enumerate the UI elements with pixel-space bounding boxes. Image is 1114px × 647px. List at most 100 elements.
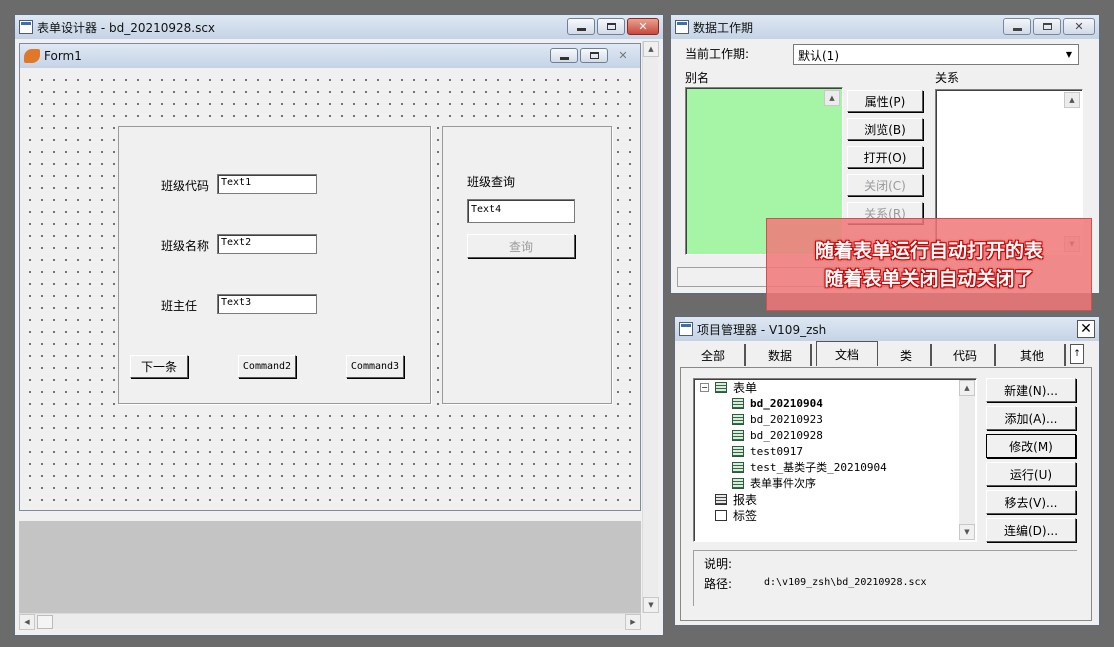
tree-item-label: bd_20210928 xyxy=(750,428,823,442)
tab-documents[interactable]: 文档 xyxy=(816,341,878,366)
properties-button[interactable]: 属性(P) xyxy=(847,90,923,112)
tree-node-forms[interactable]: − 表单 xyxy=(700,379,757,395)
modify-button[interactable]: 修改(M) xyxy=(986,434,1076,458)
tab-other[interactable]: 其他 xyxy=(1000,344,1066,366)
tree-item-label: 表单事件次序 xyxy=(750,477,816,490)
add-button[interactable]: 添加(A)... xyxy=(986,406,1076,430)
textbox-text1[interactable]: Text1 xyxy=(217,174,317,194)
form1-close-icon[interactable]: ✕ xyxy=(610,48,636,63)
ds-close-icon[interactable]: ✕ xyxy=(1063,18,1095,35)
tab-classes[interactable]: 类 xyxy=(882,344,932,366)
chevron-down-icon[interactable]: ▼ xyxy=(1062,47,1076,62)
browse-button[interactable]: 浏览(B) xyxy=(847,118,923,140)
data-session-icon xyxy=(675,20,689,34)
tab-all[interactable]: 全部 xyxy=(682,344,746,366)
tree-item[interactable]: test0917 xyxy=(732,443,803,459)
textbox-text2[interactable]: Text2 xyxy=(217,234,317,254)
form1-titlebar[interactable]: Form1 ✕ xyxy=(20,44,640,68)
close-table-button[interactable]: 关闭(C) xyxy=(847,174,923,196)
form-icon xyxy=(732,461,744,473)
scroll-up-icon[interactable]: ▲ xyxy=(643,41,659,57)
path-value: d:\v109_zsh\bd_20210928.scx xyxy=(764,577,927,588)
data-session-title: 数据工作期 xyxy=(693,20,754,35)
container-left[interactable]: 班级代码 Text1 班级名称 Text2 班主任 Text3 下一条 Comm… xyxy=(118,126,431,404)
tree-item-label: test0917 xyxy=(750,444,803,458)
next-record-button[interactable]: 下一条 xyxy=(130,355,188,378)
ds-minimize-icon[interactable] xyxy=(1003,18,1031,35)
label-icon xyxy=(715,509,727,521)
remove-button[interactable]: 移去(V)... xyxy=(986,490,1076,514)
label-class-code: 班级代码 xyxy=(161,179,210,193)
tree-node-labels-label: 标签 xyxy=(733,508,758,523)
alias-scroll-up-icon[interactable]: ▲ xyxy=(824,90,840,106)
minimize-icon[interactable] xyxy=(567,18,595,35)
tree-node-forms-label: 表单 xyxy=(733,380,758,395)
project-tree[interactable]: − 表单 bd_20210904 bd_20210923 bd_20210928… xyxy=(693,378,977,542)
command2-button[interactable]: Command2 xyxy=(238,355,296,378)
scroll-left-icon[interactable]: ◀ xyxy=(19,614,35,630)
scroll-right-icon[interactable]: ▶ xyxy=(625,614,641,630)
alias-label: 别名 xyxy=(685,71,710,85)
close-icon[interactable]: ✕ xyxy=(627,18,659,35)
data-session-titlebar[interactable]: 数据工作期 ✕ xyxy=(671,15,1099,39)
form-icon xyxy=(732,445,744,457)
tab-data[interactable]: 数据 xyxy=(750,344,812,366)
form-icon xyxy=(732,477,744,489)
pm-close-icon[interactable]: ✕ xyxy=(1077,320,1095,338)
description-panel: 说明: 路径: d:\v109_zsh\bd_20210928.scx xyxy=(693,550,1077,606)
project-tree-scrollbar[interactable]: ▲ ▼ xyxy=(959,380,975,540)
current-session-select[interactable]: 默认(1) ▼ xyxy=(793,44,1079,65)
command3-button[interactable]: Command3 xyxy=(346,355,404,378)
textbox-text4[interactable]: Text4 xyxy=(467,199,575,223)
form1-maximize-icon[interactable] xyxy=(580,48,608,63)
tree-scroll-down-icon[interactable]: ▼ xyxy=(959,524,975,540)
form-designer-window: 表单设计器 - bd_20210928.scx ✕ Form1 ✕ 班级代码 T… xyxy=(14,14,664,636)
current-session-label: 当前工作期: xyxy=(685,47,750,61)
tree-node-reports[interactable]: 报表 xyxy=(715,491,757,507)
designer-vertical-scrollbar[interactable]: ▲ ▼ xyxy=(642,41,659,613)
textbox-text3[interactable]: Text3 xyxy=(217,294,317,314)
tree-item[interactable]: bd_20210904 xyxy=(732,395,823,411)
label-class-query: 班级查询 xyxy=(467,175,516,189)
tree-item[interactable]: 表单事件次序 xyxy=(732,475,816,491)
current-session-value: 默认(1) xyxy=(798,49,839,63)
build-button[interactable]: 连编(D)... xyxy=(986,518,1076,542)
scroll-thumb[interactable] xyxy=(37,615,53,629)
tree-item-label: test_基类子类_20210904 xyxy=(750,461,887,474)
collapse-icon[interactable]: − xyxy=(700,382,709,392)
form-icon xyxy=(732,397,744,409)
annotation-callout: 随着表单运行自动打开的表 随着表单关闭自动关闭了 xyxy=(766,218,1092,311)
new-button[interactable]: 新建(N)... xyxy=(986,378,1076,402)
container-right[interactable]: 班级查询 Text4 查询 xyxy=(442,126,612,404)
query-button[interactable]: 查询 xyxy=(467,234,575,258)
designer-lower-area xyxy=(19,521,641,613)
scroll-down-icon[interactable]: ▼ xyxy=(643,597,659,613)
tree-node-labels[interactable]: 标签 xyxy=(715,507,757,523)
relations-scroll-up-icon[interactable]: ▲ xyxy=(1064,92,1080,108)
form-canvas[interactable]: 班级代码 Text1 班级名称 Text2 班主任 Text3 下一条 Comm… xyxy=(20,70,640,510)
tree-item[interactable]: test_基类子类_20210904 xyxy=(732,459,887,475)
tab-scroll-icon[interactable]: ↑ xyxy=(1070,344,1084,364)
path-label: 路径: xyxy=(704,577,733,591)
tree-node-reports-label: 报表 xyxy=(733,492,758,507)
form-icon xyxy=(732,413,744,425)
designer-horizontal-scrollbar[interactable]: ◀ ▶ xyxy=(19,613,641,630)
report-icon xyxy=(715,493,727,505)
project-manager-title: 项目管理器 - V109_zsh xyxy=(697,322,827,337)
form1-minimize-icon[interactable] xyxy=(550,48,578,63)
open-button[interactable]: 打开(O) xyxy=(847,146,923,168)
tree-scroll-up-icon[interactable]: ▲ xyxy=(959,380,975,396)
run-button[interactable]: 运行(U) xyxy=(986,462,1076,486)
maximize-icon[interactable] xyxy=(597,18,625,35)
tree-item-label: bd_20210923 xyxy=(750,412,823,426)
form-icon xyxy=(732,429,744,441)
tab-code[interactable]: 代码 xyxy=(936,344,996,366)
tree-item[interactable]: bd_20210928 xyxy=(732,427,823,443)
form-group-icon xyxy=(715,381,727,393)
project-manager-titlebar[interactable]: 项目管理器 - V109_zsh ✕ xyxy=(675,317,1099,341)
ds-maximize-icon[interactable] xyxy=(1033,18,1061,35)
relations-label: 关系 xyxy=(935,71,960,85)
form-designer-titlebar[interactable]: 表单设计器 - bd_20210928.scx ✕ xyxy=(15,15,663,39)
form-designer-icon xyxy=(19,20,33,34)
tree-item[interactable]: bd_20210923 xyxy=(732,411,823,427)
